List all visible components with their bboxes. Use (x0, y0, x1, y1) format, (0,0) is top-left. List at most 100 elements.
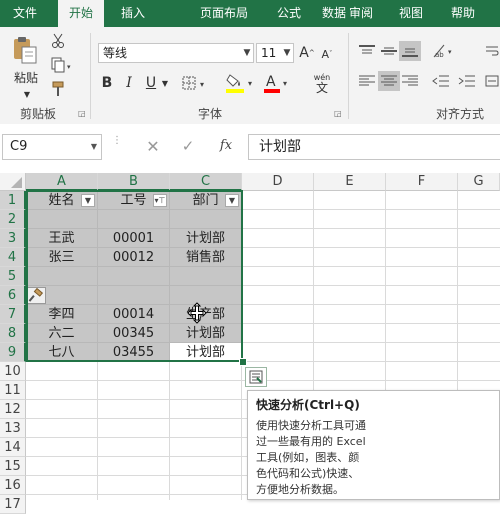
column-header-b[interactable]: B (98, 173, 170, 191)
chevron-down-icon[interactable]: ▼ (241, 44, 253, 62)
align-left-icon[interactable] (356, 71, 378, 91)
row-header-1[interactable]: 1 (0, 191, 26, 210)
row-header-8[interactable]: 8 (0, 324, 26, 343)
tab-page-layout[interactable]: 页面布局 (191, 0, 257, 27)
borders-button[interactable]: ▾ (180, 73, 210, 93)
table-cell[interactable]: 李四 (26, 305, 98, 324)
align-middle-icon[interactable] (378, 41, 400, 61)
copy-icon[interactable]: ▾ (50, 57, 74, 73)
row-header-14[interactable]: 14 (0, 438, 26, 457)
row-header-16[interactable]: 16 (0, 476, 26, 495)
grow-font-button[interactable]: A ^ (298, 43, 316, 63)
select-all-button[interactable] (0, 173, 26, 191)
row-header-15[interactable]: 15 (0, 457, 26, 476)
table-cell[interactable] (98, 286, 170, 305)
font-size-combo[interactable]: 11 ▼ (256, 43, 294, 63)
align-bottom-icon[interactable] (399, 41, 421, 61)
quick-analysis-button[interactable] (245, 367, 267, 387)
column-header-d[interactable]: D (242, 173, 314, 191)
chevron-down-icon[interactable]: ▼ (281, 44, 293, 62)
formula-input[interactable]: 计划部 (248, 134, 500, 160)
table-cell[interactable]: 七八 (26, 343, 98, 362)
filter-applied-icon[interactable]: ▾⊤ (153, 194, 167, 207)
row-header-4[interactable]: 4 (0, 248, 26, 267)
table-cell[interactable]: 00012 (98, 248, 170, 267)
table-cell[interactable]: 00345 (98, 324, 170, 343)
table-cell[interactable]: 计划部 (170, 229, 242, 248)
tab-insert[interactable]: 插入 (110, 0, 156, 27)
row-header-6[interactable]: 6 (0, 286, 26, 305)
italic-button[interactable]: I (120, 73, 138, 93)
orientation-icon[interactable]: ab ▾ (430, 41, 456, 61)
tab-home[interactable]: 开始 (58, 0, 104, 29)
align-center-icon[interactable] (378, 71, 400, 91)
align-top-icon[interactable] (356, 41, 378, 61)
tab-view[interactable]: 视图 (394, 0, 428, 27)
font-launcher-icon[interactable]: ◲ (334, 109, 342, 118)
fill-color-button[interactable]: ▾ (224, 71, 258, 95)
table-cell[interactable] (98, 210, 170, 229)
clipboard-launcher-icon[interactable]: ◲ (78, 109, 86, 118)
align-right-icon[interactable] (399, 71, 421, 91)
font-color-button[interactable]: A ▾ (262, 71, 292, 95)
shrink-font-button[interactable]: Aˇ (318, 45, 336, 63)
paste-options-icon[interactable] (26, 287, 46, 304)
row-header-12[interactable]: 12 (0, 400, 26, 419)
underline-dropdown-icon[interactable]: ▼ (160, 76, 170, 90)
table-cell[interactable]: 销售部 (170, 248, 242, 267)
cancel-entry-icon[interactable]: ✕ (143, 137, 163, 157)
table-cell[interactable]: 王武 (26, 229, 98, 248)
row-header-7[interactable]: 7 (0, 305, 26, 324)
tab-review[interactable]: 审阅 (340, 0, 382, 27)
paste-icon[interactable] (10, 35, 40, 65)
table-cell[interactable]: 00014 (98, 305, 170, 324)
row-header-3[interactable]: 3 (0, 229, 26, 248)
confirm-entry-icon[interactable]: ✓ (178, 137, 198, 157)
table-cell[interactable] (98, 267, 170, 286)
filter-dropdown-icon[interactable]: ▼ (225, 194, 239, 207)
merge-center-icon[interactable] (484, 71, 500, 91)
tab-file[interactable]: 文件 (0, 0, 50, 27)
cut-icon[interactable] (50, 33, 66, 49)
row-header-13[interactable]: 13 (0, 419, 26, 438)
decrease-indent-icon[interactable] (430, 71, 452, 91)
filter-dropdown-icon[interactable]: ▼ (81, 194, 95, 207)
row-header-9[interactable]: 9 (0, 343, 26, 362)
table-cell[interactable]: 00001 (98, 229, 170, 248)
row-header-5[interactable]: 5 (0, 267, 26, 286)
table-cell[interactable] (26, 267, 98, 286)
table-cell[interactable]: 六二 (26, 324, 98, 343)
chevron-down-icon[interactable]: ▼ (91, 135, 97, 159)
bold-button[interactable]: B (98, 73, 116, 93)
table-cell[interactable]: 计划部 (170, 324, 242, 343)
insert-function-button[interactable]: fx (214, 138, 238, 158)
font-name-combo[interactable]: 等线 ▼ (98, 43, 254, 63)
fill-handle[interactable] (239, 358, 247, 366)
column-header-a[interactable]: A (26, 173, 98, 191)
column-header-c[interactable]: C (170, 173, 242, 191)
paste-button[interactable]: 粘贴 (8, 69, 44, 85)
format-painter-icon[interactable] (50, 81, 66, 97)
formula-bar-grip-icon[interactable]: ⋮ (112, 136, 122, 156)
table-cell[interactable] (170, 267, 242, 286)
row-header-2[interactable]: 2 (0, 210, 26, 229)
phonetic-guide-button[interactable]: wén 文 (304, 69, 340, 97)
column-header-g[interactable]: G (458, 173, 500, 191)
row-header-17[interactable]: 17 (0, 495, 26, 514)
row-header-10[interactable]: 10 (0, 362, 26, 381)
empty-cells-area[interactable] (26, 362, 242, 500)
paste-dropdown-icon[interactable]: ▼ (20, 89, 34, 99)
wrap-text-icon[interactable] (484, 41, 500, 61)
table-cell[interactable]: 张三 (26, 248, 98, 267)
underline-button[interactable]: U (142, 73, 160, 93)
table-cell[interactable] (170, 210, 242, 229)
active-cell[interactable]: 计划部 (170, 343, 242, 362)
table-cell[interactable] (26, 210, 98, 229)
row-header-11[interactable]: 11 (0, 381, 26, 400)
column-header-f[interactable]: F (386, 173, 458, 191)
tab-help[interactable]: 帮助 (444, 0, 482, 27)
name-box[interactable]: C9 ▼ (2, 134, 102, 160)
column-header-e[interactable]: E (314, 173, 386, 191)
increase-indent-icon[interactable] (456, 71, 478, 91)
table-cell[interactable]: 03455 (98, 343, 170, 362)
